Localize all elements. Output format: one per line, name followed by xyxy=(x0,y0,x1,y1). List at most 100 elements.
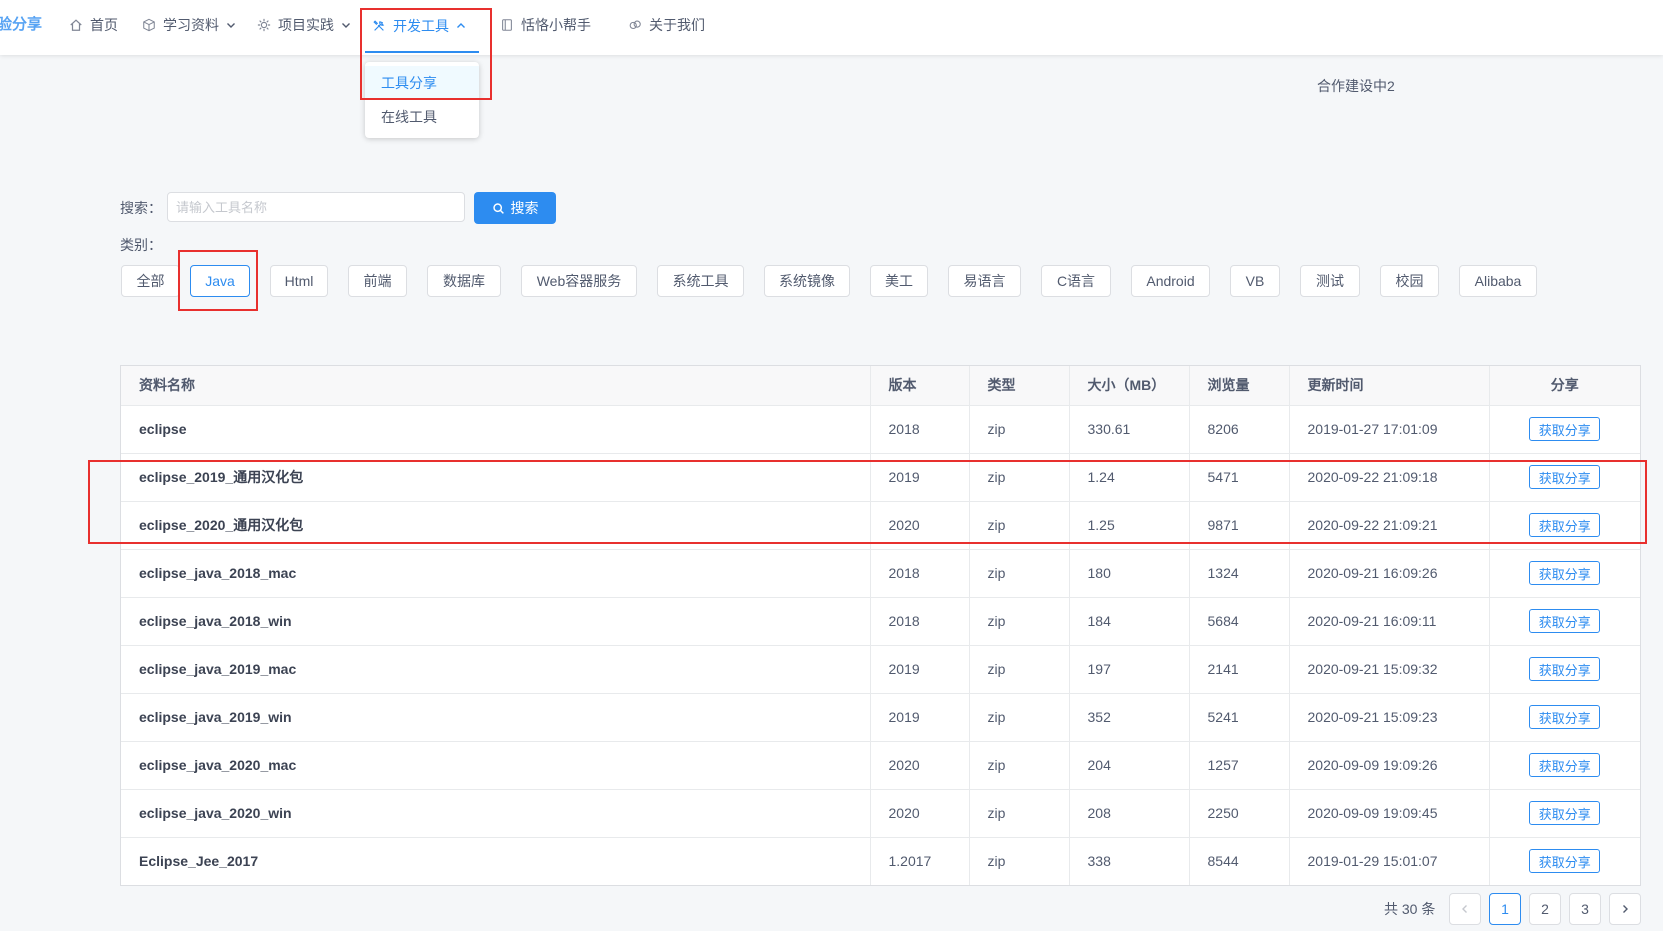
table-row: eclipse_java_2019_win 2019 zip 352 5241 … xyxy=(121,693,1640,742)
cell-updated: 2020-09-22 21:09:21 xyxy=(1289,501,1490,550)
category-button-system-images[interactable]: 系统镜像 xyxy=(764,265,850,297)
cell-type: zip xyxy=(969,741,1070,790)
chevron-right-icon xyxy=(1620,904,1630,914)
dropdown-item-online-tools[interactable]: 在线工具 xyxy=(365,100,479,134)
site-logo[interactable]: 验分享 xyxy=(0,0,42,50)
cell-name: eclipse_java_2020_mac xyxy=(121,741,871,790)
nav-item-dev-tools[interactable]: 开发工具 xyxy=(365,0,479,53)
gear-icon xyxy=(257,18,271,32)
cell-size: 330.61 xyxy=(1069,405,1190,454)
cell-version: 2018 xyxy=(870,405,970,454)
tools-table: 资料名称 版本 类型 大小（MB） 浏览量 更新时间 分享 eclipse 20… xyxy=(120,365,1641,886)
cell-size: 197 xyxy=(1069,645,1190,694)
cell-views: 9871 xyxy=(1189,501,1290,550)
get-share-button[interactable]: 获取分享 xyxy=(1529,417,1601,441)
category-button-all[interactable]: 全部 xyxy=(121,265,180,297)
nav-item-helper[interactable]: 恬恪小帮手 xyxy=(500,0,591,50)
cell-version: 2018 xyxy=(870,549,970,598)
cell-type: zip xyxy=(969,597,1070,646)
cell-name: eclipse_java_2020_win xyxy=(121,789,871,838)
search-input[interactable] xyxy=(167,192,465,222)
column-header-version: 版本 xyxy=(870,366,970,406)
table-header-row: 资料名称 版本 类型 大小（MB） 浏览量 更新时间 分享 xyxy=(121,366,1640,406)
cell-size: 204 xyxy=(1069,741,1190,790)
get-share-button[interactable]: 获取分享 xyxy=(1529,753,1601,777)
cell-name: eclipse_2020_通用汉化包 xyxy=(121,501,871,550)
cell-views: 5241 xyxy=(1189,693,1290,742)
get-share-button[interactable]: 获取分享 xyxy=(1529,705,1601,729)
category-button-html[interactable]: Html xyxy=(270,265,328,297)
category-button-frontend[interactable]: 前端 xyxy=(348,265,407,297)
search-label: 搜索： xyxy=(120,200,162,216)
category-button-alibaba[interactable]: Alibaba xyxy=(1459,265,1537,297)
get-share-button[interactable]: 获取分享 xyxy=(1529,849,1601,874)
cell-share: 获取分享 xyxy=(1489,549,1640,598)
table-row: eclipse 2018 zip 330.61 8206 2019-01-27 … xyxy=(121,405,1640,454)
nav-item-label: 恬恪小帮手 xyxy=(521,17,591,33)
cell-updated: 2020-09-21 15:09:23 xyxy=(1289,693,1490,742)
cell-views: 1257 xyxy=(1189,741,1290,790)
cell-views: 1324 xyxy=(1189,549,1290,598)
category-button-art[interactable]: 美工 xyxy=(870,265,928,297)
cell-views: 5471 xyxy=(1189,453,1290,502)
get-share-button[interactable]: 获取分享 xyxy=(1529,801,1601,825)
category-button-database[interactable]: 数据库 xyxy=(427,265,501,297)
cell-share: 获取分享 xyxy=(1489,453,1640,502)
nav-item-projects[interactable]: 项目实践 xyxy=(257,0,351,50)
cell-updated: 2020-09-09 19:09:45 xyxy=(1289,789,1490,838)
column-header-views: 浏览量 xyxy=(1189,366,1290,406)
pagination-next-button[interactable] xyxy=(1609,893,1641,925)
pagination-prev-button[interactable] xyxy=(1449,893,1481,925)
category-button-easy-language[interactable]: 易语言 xyxy=(948,265,1021,297)
cell-name: eclipse_java_2018_mac xyxy=(121,549,871,598)
nav-item-label: 关于我们 xyxy=(649,17,705,33)
cell-share: 获取分享 xyxy=(1489,741,1640,790)
category-button-web-container[interactable]: Web容器服务 xyxy=(521,265,637,297)
dev-tools-dropdown-menu: 工具分享 在线工具 xyxy=(365,62,479,138)
search-icon xyxy=(492,202,505,215)
column-header-size: 大小（MB） xyxy=(1069,366,1190,406)
dropdown-item-tool-share[interactable]: 工具分享 xyxy=(365,66,479,100)
category-button-testing[interactable]: 测试 xyxy=(1300,265,1360,297)
get-share-button[interactable]: 获取分享 xyxy=(1529,657,1601,681)
cell-version: 2019 xyxy=(870,453,970,502)
category-button-system-tools[interactable]: 系统工具 xyxy=(657,265,744,297)
table-row: eclipse_java_2018_mac 2018 zip 180 1324 … xyxy=(121,549,1640,598)
cell-name: eclipse_java_2019_mac xyxy=(121,645,871,694)
nav-item-label: 项目实践 xyxy=(278,17,334,33)
cell-type: zip xyxy=(969,501,1070,550)
cell-type: zip xyxy=(969,405,1070,454)
get-share-button[interactable]: 获取分享 xyxy=(1529,465,1601,489)
cell-type: zip xyxy=(969,645,1070,694)
search-button[interactable]: 搜索 xyxy=(474,192,556,224)
get-share-button[interactable]: 获取分享 xyxy=(1529,609,1601,633)
chat-icon xyxy=(628,18,642,32)
cell-name: eclipse xyxy=(121,405,871,454)
nav-item-study-materials[interactable]: 学习资料 xyxy=(142,0,236,50)
pagination-total: 共 30 条 xyxy=(1384,901,1436,917)
category-button-c-language[interactable]: C语言 xyxy=(1041,265,1111,297)
category-button-vb[interactable]: VB xyxy=(1230,265,1280,297)
table-row: eclipse_java_2020_win 2020 zip 208 2250 … xyxy=(121,789,1640,838)
get-share-button[interactable]: 获取分享 xyxy=(1529,513,1601,537)
cube-icon xyxy=(142,18,156,32)
category-filter-group: 全部 Java Html 前端 数据库 Web容器服务 系统工具 系统镜像 美工… xyxy=(121,265,1537,297)
cell-share: 获取分享 xyxy=(1489,693,1640,742)
category-button-campus[interactable]: 校园 xyxy=(1380,265,1439,297)
category-button-java[interactable]: Java xyxy=(190,265,250,297)
column-header-type: 类型 xyxy=(969,366,1070,406)
pagination-page-1[interactable]: 1 xyxy=(1489,893,1521,925)
get-share-button[interactable]: 获取分享 xyxy=(1529,561,1601,585)
home-icon xyxy=(69,18,83,32)
tools-icon xyxy=(372,19,386,33)
table-row: Eclipse_Jee_2017 1.2017 zip 338 8544 201… xyxy=(121,837,1640,885)
column-header-share: 分享 xyxy=(1489,366,1640,406)
nav-item-about-us[interactable]: 关于我们 xyxy=(628,0,705,50)
pagination-page-2[interactable]: 2 xyxy=(1529,893,1561,925)
cell-size: 180 xyxy=(1069,549,1190,598)
nav-item-home[interactable]: 首页 xyxy=(69,0,118,50)
table-row: eclipse_java_2018_win 2018 zip 184 5684 … xyxy=(121,597,1640,646)
cell-name: Eclipse_Jee_2017 xyxy=(121,837,871,885)
pagination-page-3[interactable]: 3 xyxy=(1569,893,1601,925)
category-button-android[interactable]: Android xyxy=(1131,265,1210,297)
